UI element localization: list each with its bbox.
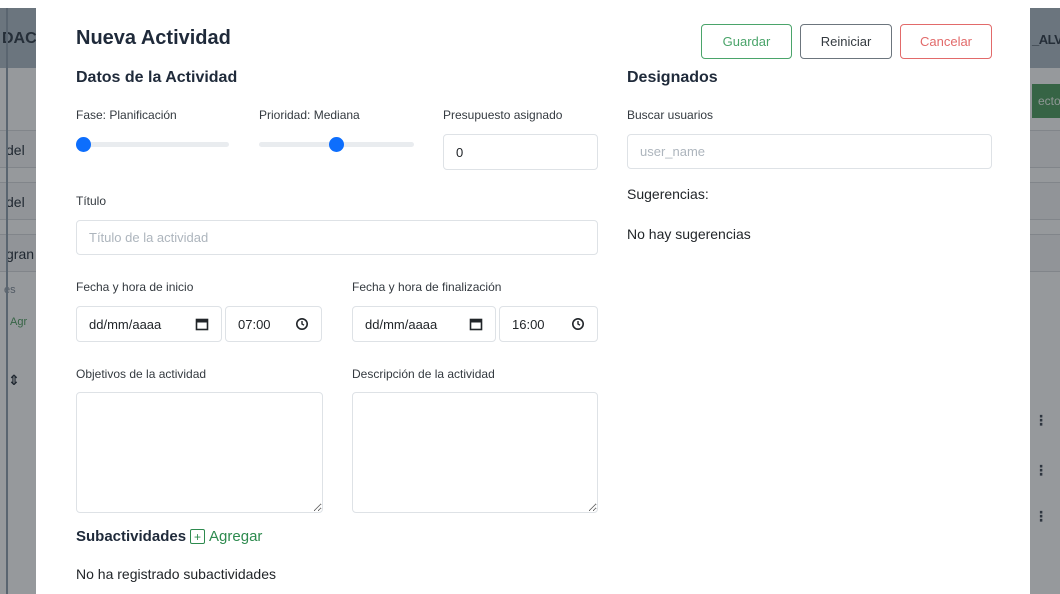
description-textarea[interactable] bbox=[352, 392, 598, 513]
end-date-input[interactable]: dd/mm/aaaa bbox=[352, 306, 496, 342]
search-users-input[interactable]: user_name bbox=[627, 134, 992, 169]
priority-slider-thumb[interactable] bbox=[329, 137, 344, 152]
budget-input[interactable]: 0 bbox=[443, 134, 598, 170]
no-suggestions-text: No hay sugerencias bbox=[627, 226, 751, 242]
clock-icon[interactable] bbox=[571, 317, 585, 331]
end-time-input[interactable]: 16:00 bbox=[499, 306, 598, 342]
left-frame-border bbox=[6, 8, 8, 594]
calendar-icon[interactable] bbox=[469, 317, 483, 331]
phase-label: Fase: Planificación bbox=[76, 108, 177, 122]
search-users-placeholder: user_name bbox=[640, 144, 706, 159]
activity-section-title: Datos de la Actividad bbox=[76, 69, 238, 86]
start-datetime-label: Fecha y hora de inicio bbox=[76, 280, 194, 294]
reset-button[interactable]: Reiniciar bbox=[800, 24, 892, 59]
end-time-value: 16:00 bbox=[512, 316, 545, 332]
start-date-input[interactable]: dd/mm/aaaa bbox=[76, 306, 222, 342]
priority-label: Prioridad: Mediana bbox=[259, 108, 360, 122]
start-time-value: 07:00 bbox=[238, 316, 271, 332]
start-date-value: dd/mm/aaaa bbox=[89, 316, 162, 332]
modal-title: Nueva Actividad bbox=[76, 27, 231, 49]
budget-label: Presupuesto asignado bbox=[443, 108, 563, 122]
add-subactivity-button[interactable]: + Agregar bbox=[190, 528, 262, 545]
end-date-value: dd/mm/aaaa bbox=[365, 316, 438, 332]
save-button[interactable]: Guardar bbox=[701, 24, 792, 59]
end-datetime-label: Fecha y hora de finalización bbox=[352, 280, 502, 294]
clock-icon[interactable] bbox=[295, 317, 309, 331]
no-subactivities-text: No ha registrado subactividades bbox=[76, 566, 277, 582]
objectives-label: Objetivos de la actividad bbox=[76, 367, 207, 381]
title-placeholder: Título de la actividad bbox=[89, 230, 209, 245]
cancel-button[interactable]: Cancelar bbox=[900, 24, 992, 59]
start-time-input[interactable]: 07:00 bbox=[225, 306, 322, 342]
subactivities-header: Subactividades + Agregar bbox=[76, 528, 262, 545]
subactivities-title: Subactividades bbox=[76, 528, 187, 545]
calendar-icon[interactable] bbox=[195, 317, 209, 331]
description-label: Descripción de la actividad bbox=[352, 367, 495, 381]
assignees-section-title: Designados bbox=[627, 69, 718, 86]
phase-slider[interactable] bbox=[76, 142, 229, 147]
phase-slider-thumb[interactable] bbox=[76, 137, 91, 152]
suggestions-label: Sugerencias: bbox=[627, 186, 709, 202]
objectives-textarea[interactable] bbox=[76, 392, 323, 513]
add-subactivity-label: Agregar bbox=[209, 528, 263, 545]
plus-square-icon: + bbox=[190, 529, 206, 544]
title-label: Título bbox=[76, 194, 107, 208]
title-input[interactable]: Título de la actividad bbox=[76, 220, 598, 255]
search-users-label: Buscar usuarios bbox=[627, 108, 714, 122]
new-activity-modal: Nueva Actividad Guardar Reiniciar Cancel… bbox=[36, 0, 1030, 594]
